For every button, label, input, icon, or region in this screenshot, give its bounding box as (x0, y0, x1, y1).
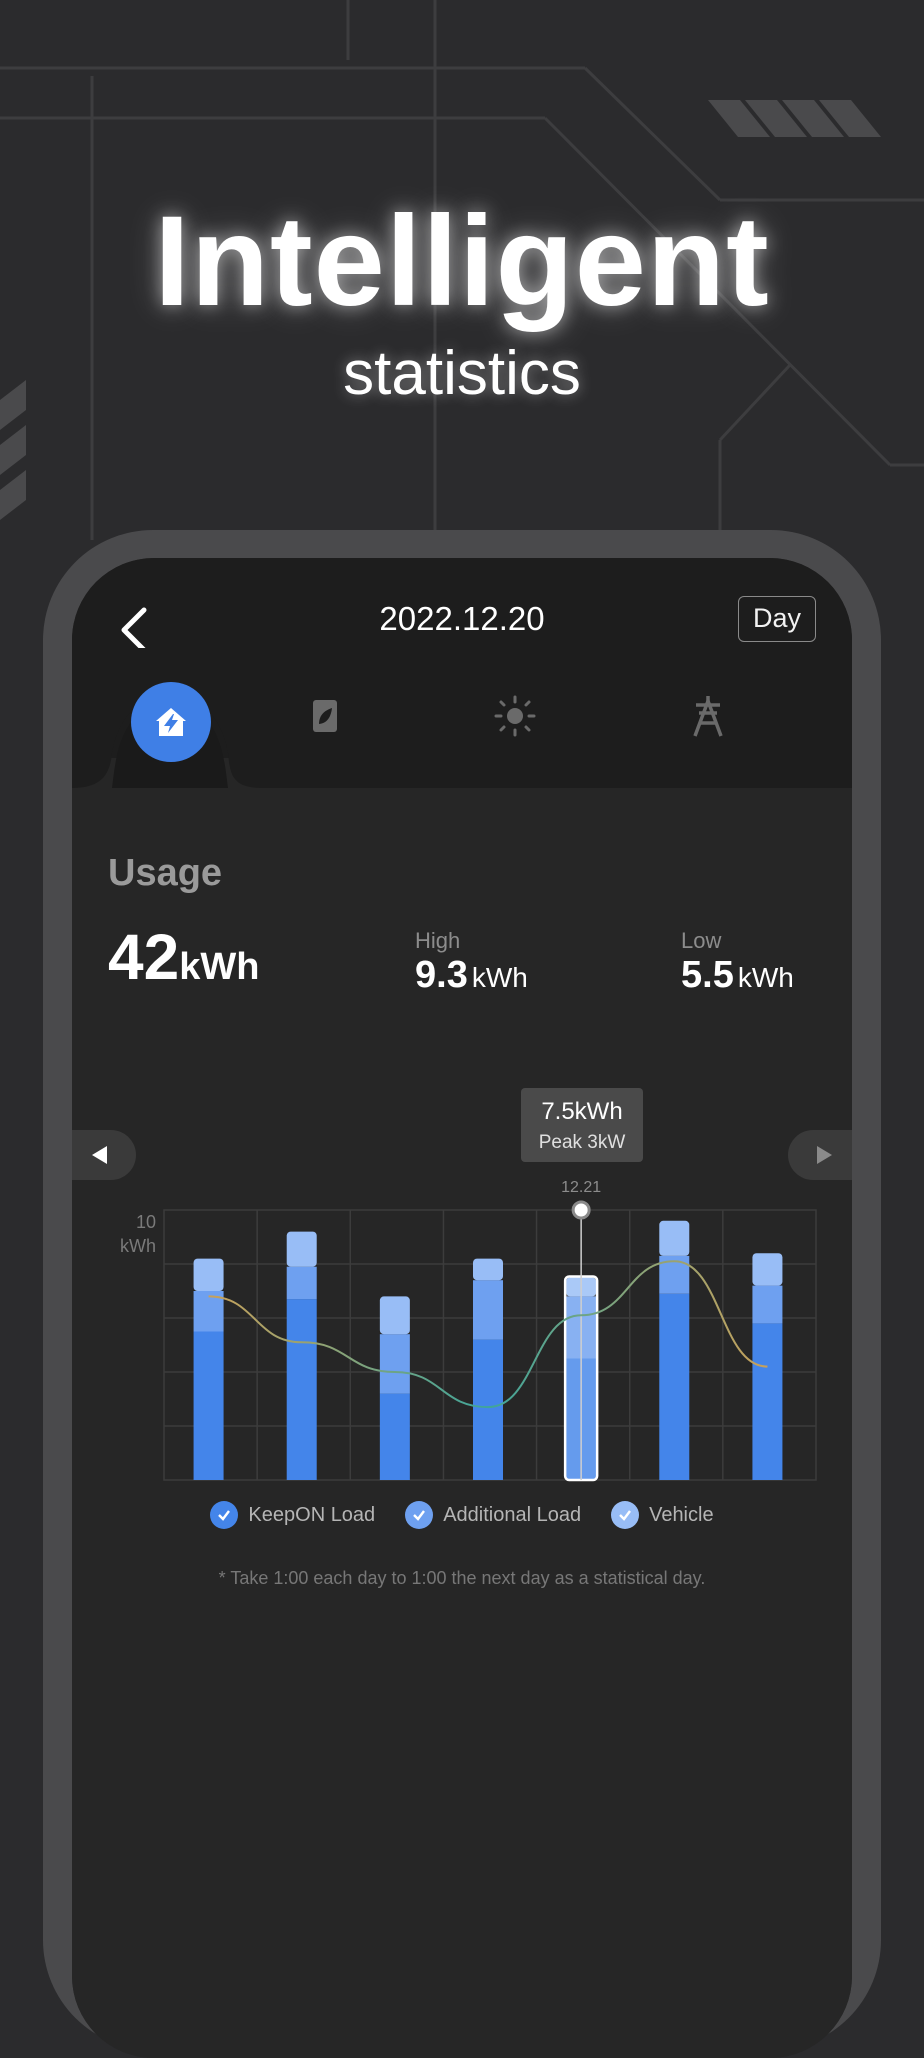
high-usage: High 9.3 kWh (415, 928, 528, 997)
y-axis-label: 10 (136, 1212, 156, 1232)
legend-item-vehicle[interactable]: Vehicle (611, 1501, 714, 1529)
low-unit: kWh (737, 962, 794, 993)
tooltip-value: 7.5kWh (541, 1098, 623, 1125)
bar-segment-sun (752, 1253, 783, 1286)
bar-segment-mon (193, 1258, 224, 1291)
highlight-date-label: 12.21 (561, 1179, 601, 1196)
legend-label: KeepON Load (248, 1503, 376, 1526)
low-label: Low (681, 928, 722, 953)
period-select-button[interactable]: Day (738, 596, 816, 642)
high-value: 9.3 (415, 954, 468, 996)
chart-tooltip: 7.5kWh Peak 3kW (521, 1088, 643, 1162)
legend-item-additional[interactable]: Additional Load (405, 1501, 581, 1529)
bar-segment-wed (379, 1334, 410, 1394)
home-energy-icon (156, 708, 186, 736)
check-icon (405, 1501, 434, 1529)
highlight-marker-dot (571, 1200, 591, 1220)
bar-segment-thu (473, 1280, 503, 1340)
bar-segment-wed (379, 1393, 410, 1480)
tab-solar[interactable] (485, 686, 545, 746)
total-usage: 42kWh (108, 920, 259, 994)
tab-home[interactable] (131, 682, 211, 762)
tab-battery[interactable] (295, 686, 355, 746)
check-icon (611, 1501, 640, 1529)
check-icon (210, 1501, 239, 1529)
statistical-day-footnote: * Take 1:00 each day to 1:00 the next da… (218, 1568, 706, 1588)
high-label: High (415, 928, 461, 953)
battery-leaf-icon (313, 700, 337, 732)
sun-icon (494, 695, 536, 737)
hero-title: Intelligent (154, 190, 770, 333)
power-tower-icon (693, 696, 723, 737)
phone-frame: 2022.12.20 Day Usage 42kWh High 9.3 kWh … (43, 530, 881, 2058)
low-value: 5.5 (681, 954, 734, 996)
hero-subtitle: statistics (343, 339, 581, 408)
bar-segment-mon (193, 1331, 224, 1480)
tooltip-peak: Peak 3kW (538, 1132, 626, 1153)
bar-segment-tue (286, 1299, 317, 1480)
bar-segment-thu (473, 1339, 503, 1480)
low-usage: Low 5.5 kWh (681, 928, 794, 997)
tab-grid[interactable] (678, 686, 738, 746)
usage-label: Usage (108, 852, 223, 894)
legend-label: Vehicle (649, 1503, 714, 1526)
bar-segment-thu (473, 1258, 503, 1281)
bar-segment-sun (752, 1323, 783, 1480)
y-axis-label: kWh (120, 1236, 156, 1256)
bar-segment-sun (752, 1285, 783, 1324)
total-usage-value: 42 (108, 921, 180, 993)
high-unit: kWh (471, 962, 528, 993)
phone-screen: 2022.12.20 Day Usage 42kWh High 9.3 kWh … (72, 558, 852, 2058)
bar-segment-tue (286, 1266, 317, 1300)
usage-bar-chart[interactable]: 10kWhMonTueWedThu12.21FriSatSun (72, 1158, 852, 1488)
date-title: 2022.12.20 (379, 600, 545, 637)
bar-segment-tue (286, 1231, 317, 1267)
legend-item-keepon[interactable]: KeepON Load (210, 1501, 375, 1529)
legend-label: Additional Load (443, 1503, 582, 1526)
chart-legend: KeepON Load Additional Load Vehicle (72, 1501, 852, 1529)
total-usage-unit: kWh (179, 946, 260, 988)
usage-panel: Usage 42kWh High 9.3 kWh Low 5.5 kWh 7.5… (72, 788, 852, 2058)
bar-segment-sat (659, 1220, 690, 1256)
bar-segment-wed (379, 1296, 410, 1335)
bar-segment-sat (659, 1293, 690, 1480)
